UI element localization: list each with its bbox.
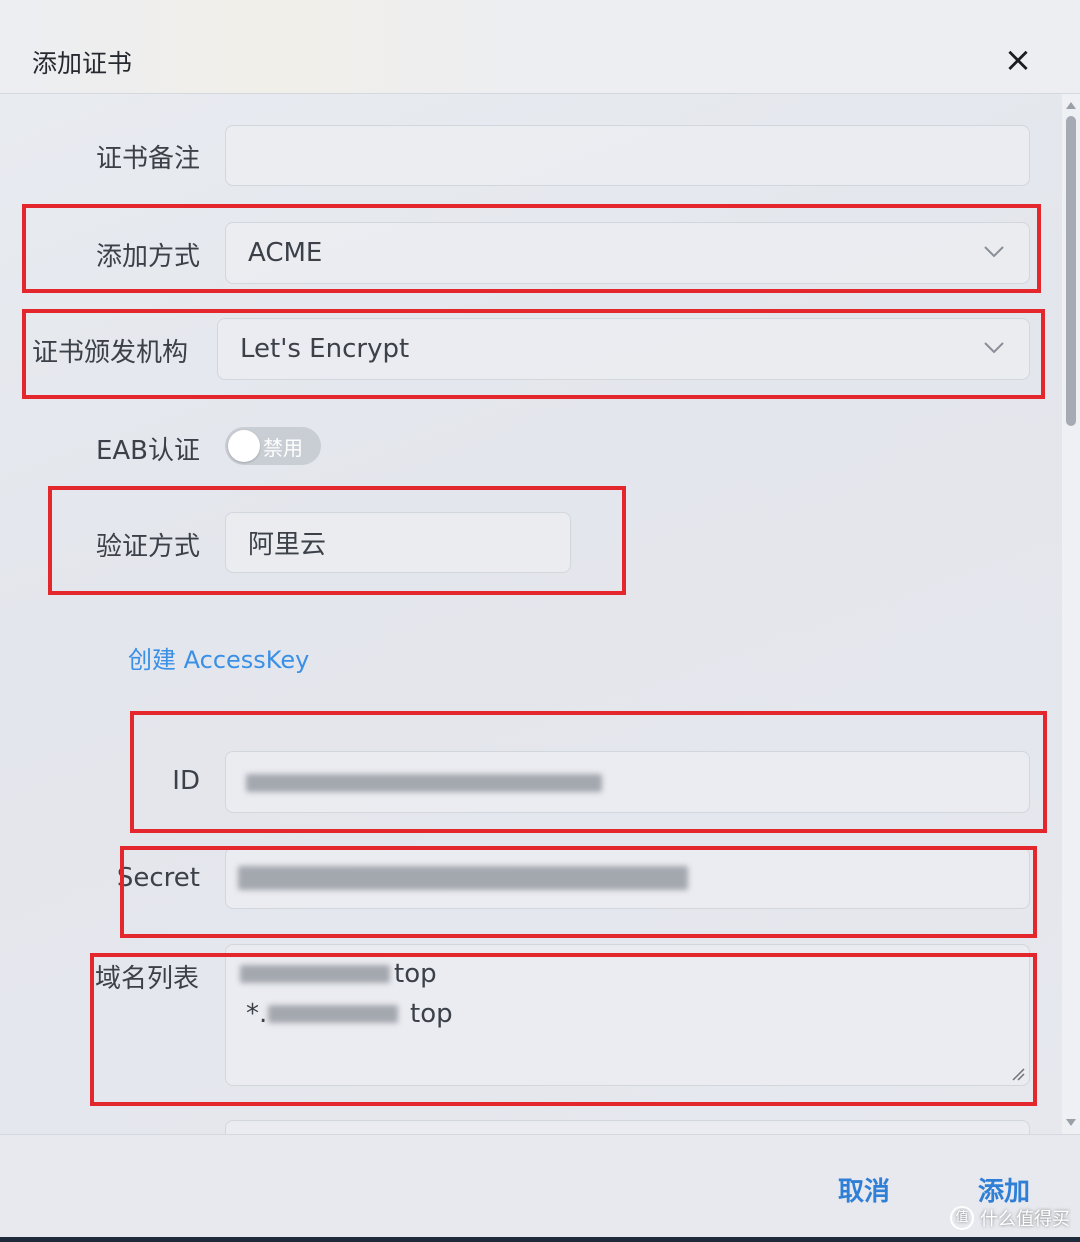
domains-label: 域名列表 [95, 964, 200, 994]
chevron-down-icon [984, 342, 1004, 354]
redacted-secret-value [238, 866, 688, 890]
add-method-value: ACME [248, 238, 323, 268]
domain-line-2-prefix: *. [246, 999, 268, 1029]
scroll-up-icon[interactable] [1066, 102, 1076, 109]
chevron-down-icon [984, 246, 1004, 258]
add-method-select[interactable]: ACME [225, 222, 1030, 284]
cancel-button[interactable]: 取消 [838, 1171, 890, 1208]
add-method-label: 添加方式 [95, 242, 200, 272]
scrollbar[interactable] [1062, 94, 1080, 1134]
eab-toggle-text: 禁用 [263, 436, 303, 460]
dialog-title: 添加证书 [32, 49, 133, 78]
domain-line-2-suffix: top [410, 999, 453, 1029]
ca-value: Let's Encrypt [240, 334, 410, 364]
eab-label: EAB认证 [95, 436, 200, 466]
redacted-id-value [246, 774, 602, 792]
add-certificate-dialog: 添加证书 × 证书备注 添加方式 ACME 证书颁发机构 Let's Encry… [0, 0, 1080, 1242]
watermark-logo-icon: 值 [950, 1206, 974, 1230]
domain-line-1-suffix: top [394, 959, 437, 989]
eab-toggle[interactable]: 禁用 [225, 427, 321, 465]
redacted-domain-1 [240, 965, 390, 983]
dialog-header: 添加证书 × [0, 0, 1080, 94]
bottom-strip [0, 1237, 1080, 1242]
close-icon[interactable]: × [998, 40, 1038, 80]
id-input[interactable] [225, 751, 1030, 813]
domains-textarea[interactable]: top *. top [225, 944, 1030, 1086]
verify-method-select[interactable]: 阿里云 [225, 512, 571, 573]
create-accesskey-link[interactable]: 创建 AccessKey [128, 640, 309, 675]
scroll-down-icon[interactable] [1066, 1119, 1076, 1126]
ca-label: 证书颁发机构 [32, 338, 189, 368]
ca-select[interactable]: Let's Encrypt [217, 318, 1030, 380]
add-button[interactable]: 添加 [978, 1171, 1030, 1208]
scroll-thumb[interactable] [1066, 116, 1076, 426]
watermark-text: 什么值得买 [980, 1209, 1070, 1230]
dialog-body: 证书备注 添加方式 ACME 证书颁发机构 Let's Encrypt EAB认… [0, 94, 1062, 1134]
watermark: 值 什么值得买 [950, 1205, 1070, 1231]
resize-handle-icon[interactable] [1011, 1067, 1025, 1081]
next-field-partial[interactable] [225, 1120, 1030, 1134]
redacted-domain-2 [268, 1005, 398, 1023]
id-label: ID [172, 766, 200, 796]
remark-label: 证书备注 [95, 144, 200, 174]
secret-label: Secret [116, 863, 200, 893]
verify-method-label: 验证方式 [95, 532, 200, 562]
toggle-knob [228, 430, 260, 462]
secret-input[interactable] [225, 847, 1030, 909]
dialog-footer: 取消 添加 [0, 1134, 1080, 1242]
remark-input[interactable] [225, 125, 1030, 186]
